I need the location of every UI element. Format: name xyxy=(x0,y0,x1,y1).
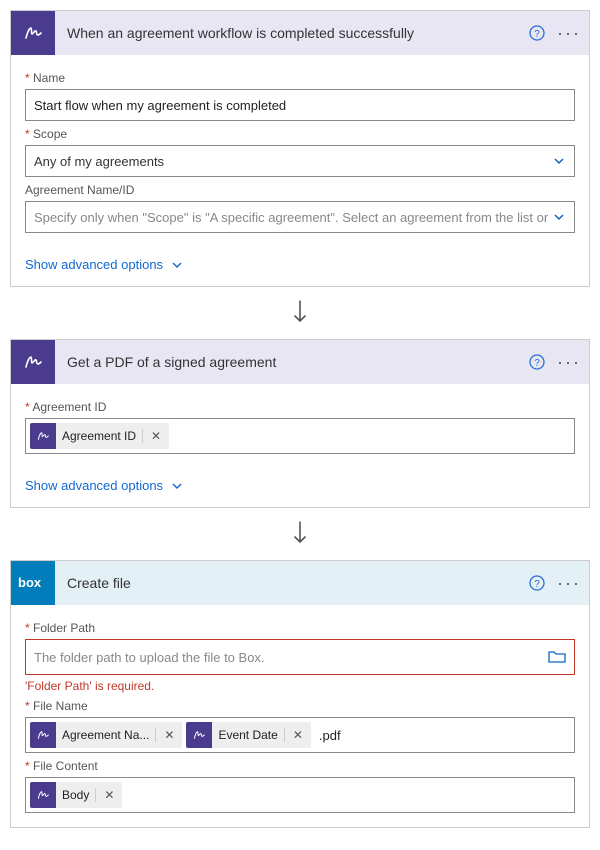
name-label: Name xyxy=(25,71,575,85)
adobe-sign-icon xyxy=(11,11,55,55)
token-label: Agreement ID xyxy=(56,429,142,443)
token-body[interactable]: Body ✕ xyxy=(30,782,122,808)
advanced-text: Show advanced options xyxy=(25,478,163,493)
help-icon[interactable]: ? xyxy=(529,25,545,41)
chevron-down-icon xyxy=(552,154,566,168)
scope-value: Any of my agreements xyxy=(34,154,552,169)
adobe-sign-icon xyxy=(30,782,56,808)
token-remove-icon[interactable]: ✕ xyxy=(142,429,169,443)
box-icon: box xyxy=(11,561,55,605)
scope-select[interactable]: Any of my agreements xyxy=(25,145,575,177)
token-remove-icon[interactable]: ✕ xyxy=(284,728,311,742)
adobe-sign-icon xyxy=(186,722,212,748)
agreement-placeholder: Specify only when "Scope" is "A specific… xyxy=(34,210,552,225)
folder-path-input[interactable]: The folder path to upload the file to Bo… xyxy=(25,639,575,675)
folder-placeholder: The folder path to upload the file to Bo… xyxy=(30,650,265,665)
folder-path-label: Folder Path xyxy=(25,621,575,635)
svg-text:?: ? xyxy=(534,579,540,590)
token-label: Body xyxy=(56,788,95,802)
token-event-date[interactable]: Event Date ✕ xyxy=(186,722,310,748)
show-advanced-link[interactable]: Show advanced options xyxy=(11,247,589,286)
folder-error: 'Folder Path' is required. xyxy=(25,679,575,693)
token-label: Event Date xyxy=(212,728,283,742)
more-icon[interactable]: ··· xyxy=(557,574,581,592)
chevron-down-icon xyxy=(552,210,566,224)
file-name-label: File Name xyxy=(25,699,575,713)
step1-title: When an agreement workflow is completed … xyxy=(55,25,529,41)
file-content-input[interactable]: Body ✕ xyxy=(25,777,575,813)
filename-suffix: .pdf xyxy=(319,728,341,743)
token-label: Agreement Na... xyxy=(56,728,155,742)
advanced-text: Show advanced options xyxy=(25,257,163,272)
step-when-agreement-completed: When an agreement workflow is completed … xyxy=(10,10,590,287)
more-icon[interactable]: ··· xyxy=(557,353,581,371)
file-name-input[interactable]: Agreement Na... ✕ Event Date ✕ .pdf xyxy=(25,717,575,753)
token-remove-icon[interactable]: ✕ xyxy=(95,788,122,802)
folder-picker-icon[interactable] xyxy=(548,650,570,664)
token-agreement-id[interactable]: Agreement ID ✕ xyxy=(30,423,169,449)
flow-arrow xyxy=(10,520,590,548)
more-icon[interactable]: ··· xyxy=(557,24,581,42)
svg-text:?: ? xyxy=(534,358,540,369)
token-remove-icon[interactable]: ✕ xyxy=(155,728,182,742)
step2-title: Get a PDF of a signed agreement xyxy=(55,354,529,370)
name-input[interactable] xyxy=(25,89,575,121)
step3-title: Create file xyxy=(55,575,529,591)
step2-header[interactable]: Get a PDF of a signed agreement ? ··· xyxy=(11,340,589,384)
adobe-sign-icon xyxy=(30,722,56,748)
svg-text:?: ? xyxy=(534,29,540,40)
step3-header[interactable]: box Create file ? ··· xyxy=(11,561,589,605)
svg-text:box: box xyxy=(18,575,42,590)
chevron-down-icon xyxy=(171,259,183,271)
agreement-id-input[interactable]: Agreement ID ✕ xyxy=(25,418,575,454)
show-advanced-link[interactable]: Show advanced options xyxy=(11,468,589,507)
step-get-pdf: Get a PDF of a signed agreement ? ··· Ag… xyxy=(10,339,590,508)
step-create-file: box Create file ? ··· Folder Path The fo… xyxy=(10,560,590,828)
flow-arrow xyxy=(10,299,590,327)
agreement-select[interactable]: Specify only when "Scope" is "A specific… xyxy=(25,201,575,233)
chevron-down-icon xyxy=(171,480,183,492)
adobe-sign-icon xyxy=(30,423,56,449)
adobe-sign-icon xyxy=(11,340,55,384)
step1-header[interactable]: When an agreement workflow is completed … xyxy=(11,11,589,55)
help-icon[interactable]: ? xyxy=(529,575,545,591)
agreement-id-label: Agreement ID xyxy=(25,400,575,414)
help-icon[interactable]: ? xyxy=(529,354,545,370)
scope-label: Scope xyxy=(25,127,575,141)
token-agreement-name[interactable]: Agreement Na... ✕ xyxy=(30,722,182,748)
agreement-label: Agreement Name/ID xyxy=(25,183,575,197)
